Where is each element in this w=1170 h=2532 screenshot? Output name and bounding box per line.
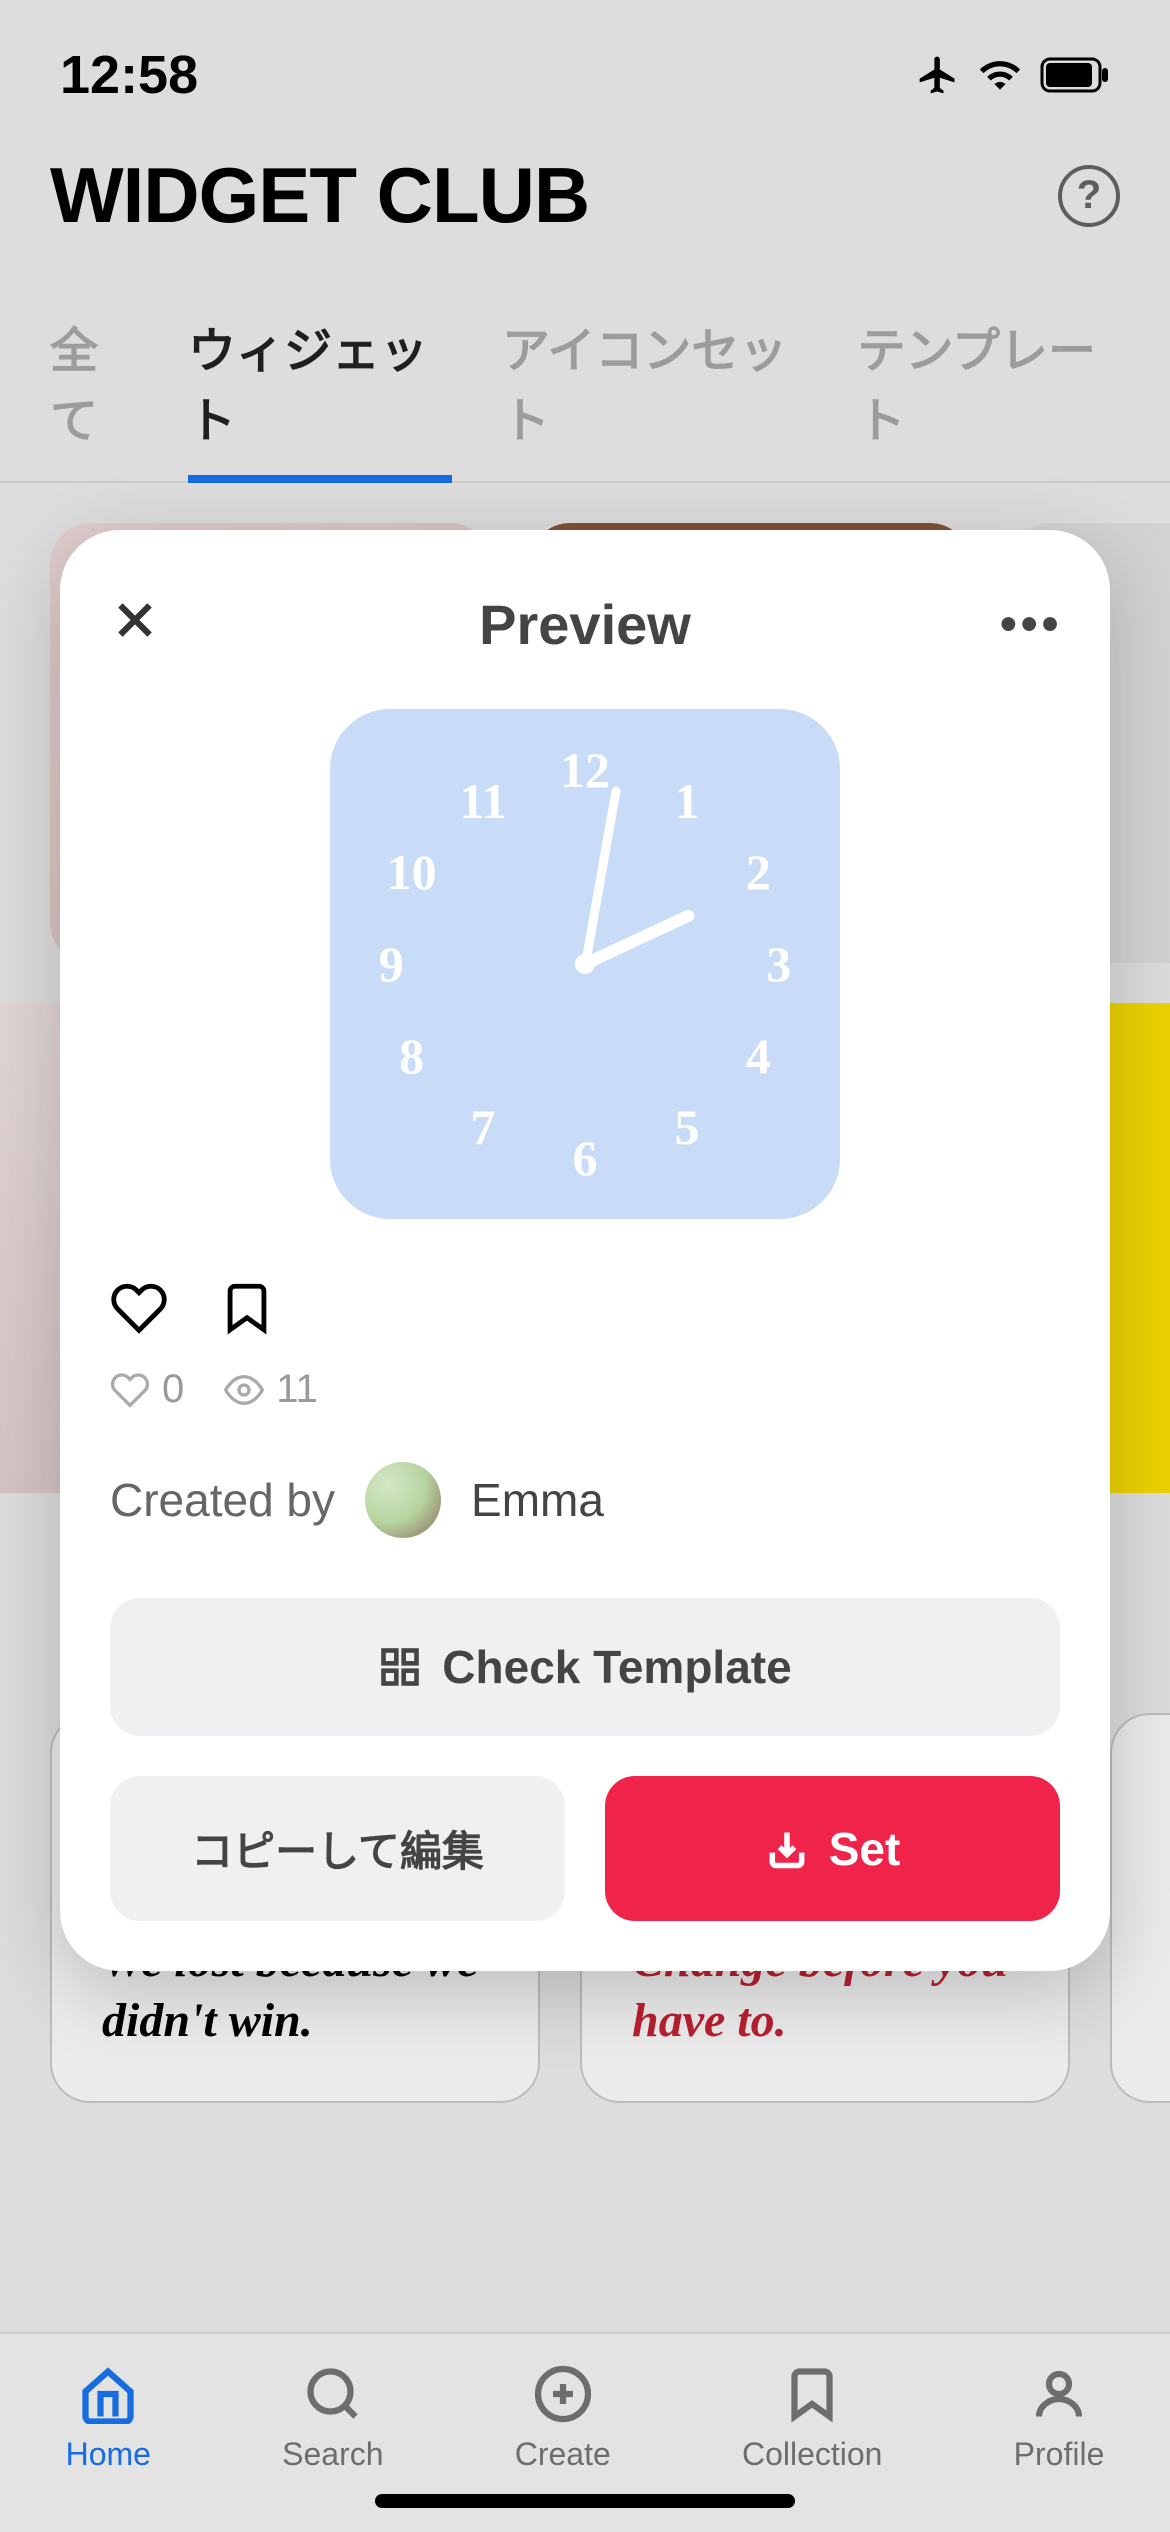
heart-icon [110, 1370, 150, 1410]
more-button[interactable]: ••• [1000, 597, 1060, 652]
clock-num-8: 8 [399, 1027, 424, 1085]
creator-avatar [365, 1462, 441, 1538]
clock-num-3: 3 [766, 935, 791, 993]
preview-modal: Preview ••• 12 1 2 3 4 5 6 7 8 9 10 11 0 [60, 530, 1110, 1971]
creator-name: Emma [471, 1473, 604, 1527]
clock-num-2: 2 [746, 843, 771, 901]
clock-center [575, 954, 595, 974]
like-count-value: 0 [162, 1367, 184, 1412]
check-template-button[interactable]: Check Template [110, 1598, 1060, 1736]
stats-row: 0 11 [110, 1367, 1060, 1412]
created-by-label: Created by [110, 1473, 335, 1527]
clock-num-11: 11 [459, 772, 506, 830]
home-indicator[interactable] [375, 2494, 795, 2508]
view-count-value: 11 [276, 1367, 318, 1412]
download-icon [765, 1827, 809, 1871]
clock-num-1: 1 [675, 772, 700, 830]
like-count: 0 [110, 1367, 184, 1412]
clock-face: 12 1 2 3 4 5 6 7 8 9 10 11 [330, 709, 840, 1219]
clock-num-7: 7 [471, 1098, 496, 1156]
copy-edit-button[interactable]: コピーして編集 [110, 1776, 565, 1921]
check-template-label: Check Template [442, 1640, 791, 1694]
clock-num-5: 5 [675, 1098, 700, 1156]
like-button[interactable] [110, 1279, 168, 1337]
close-button[interactable] [110, 590, 170, 659]
modal-header: Preview ••• [110, 590, 1060, 659]
set-button[interactable]: Set [605, 1776, 1060, 1921]
close-icon [110, 595, 160, 645]
clock-num-12: 12 [560, 741, 610, 799]
modal-button-row: コピーして編集 Set [110, 1776, 1060, 1921]
creator-row[interactable]: Created by Emma [110, 1462, 1060, 1538]
widget-preview-clock: 12 1 2 3 4 5 6 7 8 9 10 11 [330, 709, 840, 1219]
eye-icon [224, 1370, 264, 1410]
clock-hour-hand [582, 908, 696, 970]
bookmark-button[interactable] [218, 1279, 276, 1337]
clock-num-6: 6 [573, 1129, 598, 1187]
clock-minute-hand [581, 786, 621, 965]
copy-edit-label: コピーして編集 [191, 1828, 484, 1875]
view-count: 11 [224, 1367, 318, 1412]
clock-num-4: 4 [746, 1027, 771, 1085]
clock-num-10: 10 [387, 843, 437, 901]
action-icons-row [110, 1279, 1060, 1337]
modal-title: Preview [479, 592, 691, 657]
grid-icon [378, 1645, 422, 1689]
clock-num-9: 9 [379, 935, 404, 993]
set-label: Set [829, 1822, 901, 1876]
